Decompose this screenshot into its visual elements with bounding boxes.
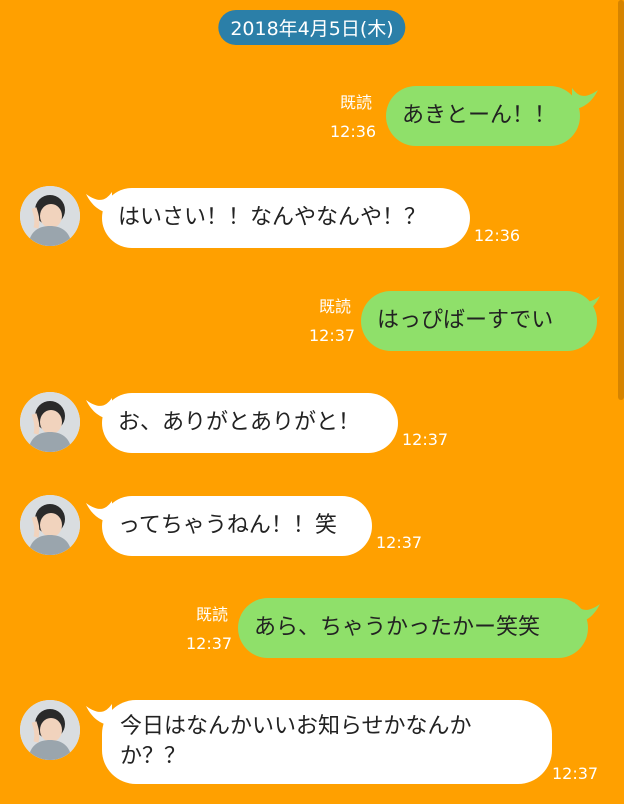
message-time: 12:37 (186, 634, 233, 653)
read-receipt: 既読 (330, 92, 372, 114)
chat-area[interactable]: 2018年4月5日(木) 既読 12:36 あきとーん！！ はいさい！！なんやな… (0, 0, 624, 804)
bubble-tail (572, 88, 598, 110)
message-bubble[interactable]: はっぴばーすでい (361, 291, 597, 351)
message-bubble[interactable]: ってちゃうねん！！笑 (102, 496, 372, 556)
message-bubble[interactable]: あきとーん！！ (386, 86, 580, 146)
message-time: 12:37 (309, 326, 356, 345)
avatar[interactable] (20, 392, 80, 452)
avatar[interactable] (20, 495, 80, 555)
message-time: 12:37 (376, 533, 423, 552)
message-bubble[interactable]: はいさい！！なんやなんや！？ (102, 188, 470, 248)
avatar[interactable] (20, 700, 80, 760)
avatar-photo-icon (20, 495, 80, 555)
message-time: 12:37 (402, 430, 449, 449)
read-label: 既読 (318, 297, 351, 316)
avatar-photo-icon (20, 392, 80, 452)
read-label: 既読 (339, 93, 372, 112)
message-time: 12:37 (552, 764, 599, 783)
avatar-photo-icon (20, 700, 80, 760)
message-bubble[interactable]: あら、ちゃうかったかー笑笑 (238, 598, 588, 658)
avatar[interactable] (20, 186, 80, 246)
avatar-photo-icon (20, 186, 80, 246)
read-receipt: 既読 (309, 296, 351, 318)
message-time: 12:36 (474, 226, 521, 245)
bubble-tail (574, 602, 600, 624)
date-separator: 2018年4月5日(木) (218, 10, 406, 45)
bubble-tail (574, 294, 600, 316)
message-bubble[interactable]: 今日はなんかいいお知らせかなんかか？？ (102, 700, 552, 784)
scrollbar[interactable] (618, 0, 624, 400)
read-receipt: 既読 (186, 604, 228, 626)
read-label: 既読 (195, 605, 228, 624)
message-bubble[interactable]: お、ありがとありがと！ (102, 393, 398, 453)
message-time: 12:36 (330, 122, 377, 141)
